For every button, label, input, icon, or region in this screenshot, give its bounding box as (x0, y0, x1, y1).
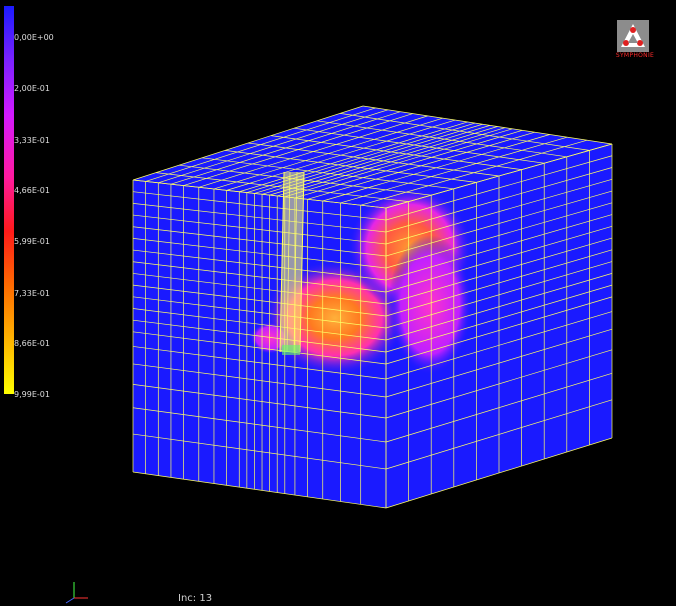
hotspot-right (388, 235, 472, 375)
inc-value: 13 (199, 593, 213, 604)
increment-readout: Inc: 13 (178, 593, 212, 604)
axis-triad-icon (62, 578, 90, 604)
inc-label: Inc: (178, 593, 197, 604)
mesh-cube[interactable] (0, 0, 676, 606)
3d-viewport[interactable]: 0,00E+00 2,00E-01 3,33E-01 4,66E-01 5,99… (0, 0, 676, 606)
